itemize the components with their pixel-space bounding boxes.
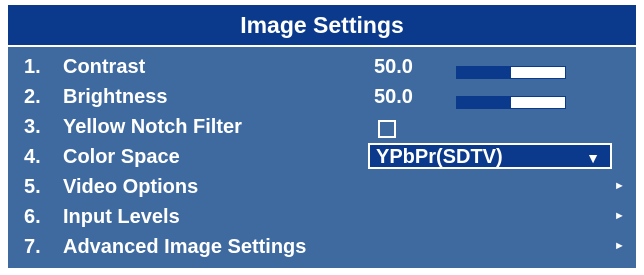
contrast-slider-fill bbox=[457, 67, 511, 78]
item-number: 5. bbox=[24, 176, 41, 198]
item-label: Brightness bbox=[63, 86, 168, 108]
menu-item-video-options[interactable]: 5. Video Options ► bbox=[8, 171, 636, 201]
menu-panel: 1. Contrast 50.0 2. Brightness 50.0 3. Y… bbox=[8, 47, 636, 268]
menu-item-advanced-image-settings[interactable]: 7. Advanced Image Settings ► bbox=[8, 231, 636, 261]
dropdown-arrow-icon: ▼ bbox=[586, 150, 600, 166]
item-number: 6. bbox=[24, 206, 41, 228]
menu-item-brightness[interactable]: 2. Brightness 50.0 bbox=[8, 81, 636, 111]
submenu-arrow-icon: ► bbox=[614, 180, 625, 192]
brightness-slider-fill bbox=[457, 97, 511, 108]
submenu-arrow-icon: ► bbox=[614, 240, 625, 252]
image-settings-menu: Image Settings 1. Contrast 50.0 2. Brigh… bbox=[0, 0, 644, 275]
color-space-select[interactable]: YPbPr(SDTV) ▼ bbox=[368, 143, 612, 169]
brightness-slider[interactable] bbox=[456, 96, 566, 109]
item-number: 7. bbox=[24, 236, 41, 258]
item-number: 3. bbox=[24, 116, 41, 138]
contrast-slider[interactable] bbox=[456, 66, 566, 79]
item-number: 2. bbox=[24, 86, 41, 108]
item-number: 1. bbox=[24, 56, 41, 78]
item-label: Advanced Image Settings bbox=[63, 236, 307, 258]
submenu-arrow-icon: ► bbox=[614, 210, 625, 222]
menu-title: Image Settings bbox=[8, 5, 636, 45]
menu-item-color-space[interactable]: 4. Color Space YPbPr(SDTV) ▼ bbox=[8, 141, 636, 171]
menu-item-input-levels[interactable]: 6. Input Levels ► bbox=[8, 201, 636, 231]
yellow-notch-filter-checkbox[interactable] bbox=[378, 120, 396, 138]
contrast-value: 50.0 bbox=[374, 56, 413, 78]
item-label: Yellow Notch Filter bbox=[63, 116, 242, 138]
item-label: Contrast bbox=[63, 56, 146, 78]
item-label: Input Levels bbox=[63, 206, 180, 228]
menu-item-contrast[interactable]: 1. Contrast 50.0 bbox=[8, 51, 636, 81]
item-number: 4. bbox=[24, 146, 41, 168]
brightness-value: 50.0 bbox=[374, 86, 413, 108]
item-label: Video Options bbox=[63, 176, 199, 198]
menu-item-yellow-notch-filter[interactable]: 3. Yellow Notch Filter bbox=[8, 111, 636, 141]
color-space-selected: YPbPr(SDTV) bbox=[376, 146, 503, 168]
item-label: Color Space bbox=[63, 146, 180, 168]
